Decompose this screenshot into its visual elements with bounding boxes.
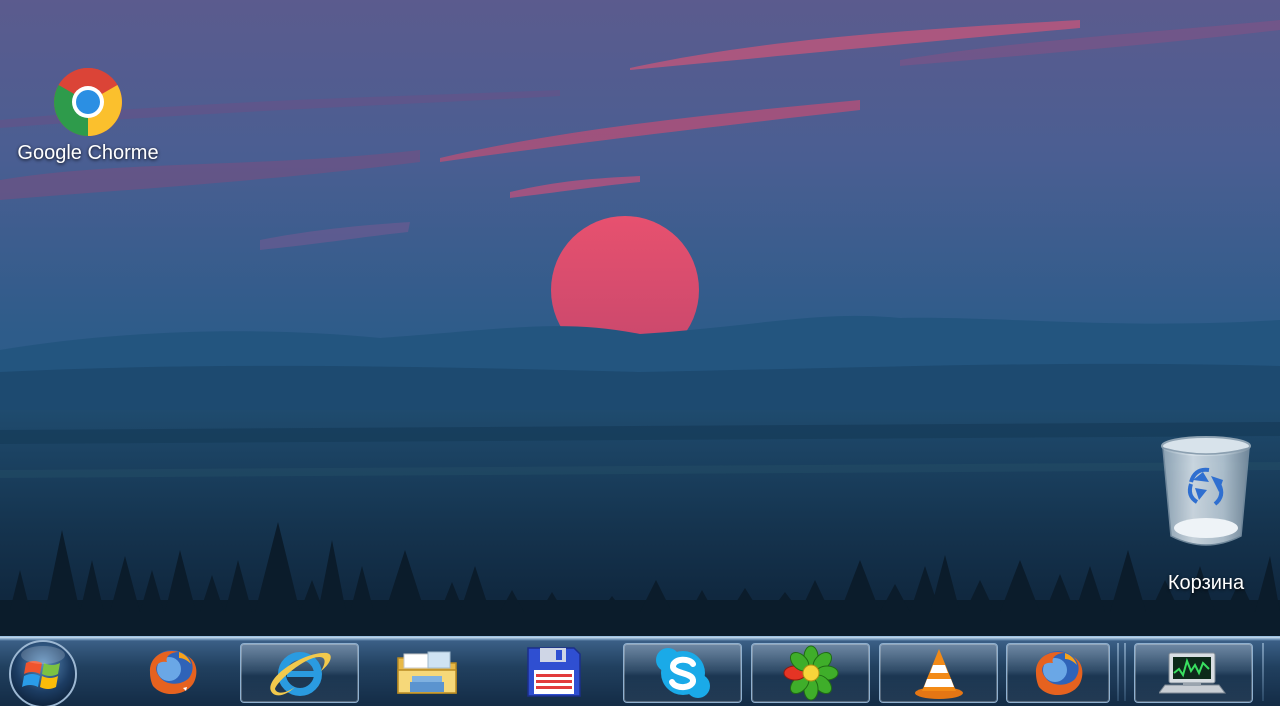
icq-flower-icon [783,645,838,701]
internet-explorer-icon [269,652,331,696]
taskbar-button-firefox[interactable] [126,643,218,701]
chrome-icon [54,68,122,136]
taskbar-button-firefox-active[interactable] [1006,643,1110,703]
firefox-icon [1035,651,1083,696]
file-explorer-folder-icon [397,651,457,694]
taskbar-button-internet-explorer[interactable] [240,643,359,703]
skype-icon [655,648,710,698]
taskbar-button-icq[interactable] [751,643,870,703]
desktop-icon-recycle-bin[interactable]: Корзина [1150,436,1262,595]
desktop-icon-google-chrome[interactable]: Google Chorme [6,66,170,165]
desktop-icon-label: Google Chorme [17,142,159,164]
taskbar-separator [1124,643,1126,701]
taskbar-bottom-edge [0,706,1280,720]
taskbar-button-file-explorer[interactable] [378,643,476,701]
desktop-wallpaper [0,0,1280,720]
windows-logo-icon [9,640,77,708]
taskbar-separator [1262,643,1264,701]
taskbar-button-vlc[interactable] [879,643,998,703]
vlc-cone-icon [914,649,963,699]
system-monitor-icon [1158,652,1226,694]
taskbar-button-save-app[interactable] [504,643,602,701]
floppy-disk-icon [527,647,581,697]
taskbar-button-system-monitor[interactable] [1134,643,1253,703]
start-button[interactable] [4,637,82,708]
firefox-icon [149,650,197,695]
taskbar-button-skype[interactable] [623,643,742,703]
desktop-icon-label: Корзина [1167,572,1245,594]
taskbar-separator [1117,643,1119,701]
taskbar [0,636,1280,708]
recycle-bin-icon [1161,436,1251,546]
